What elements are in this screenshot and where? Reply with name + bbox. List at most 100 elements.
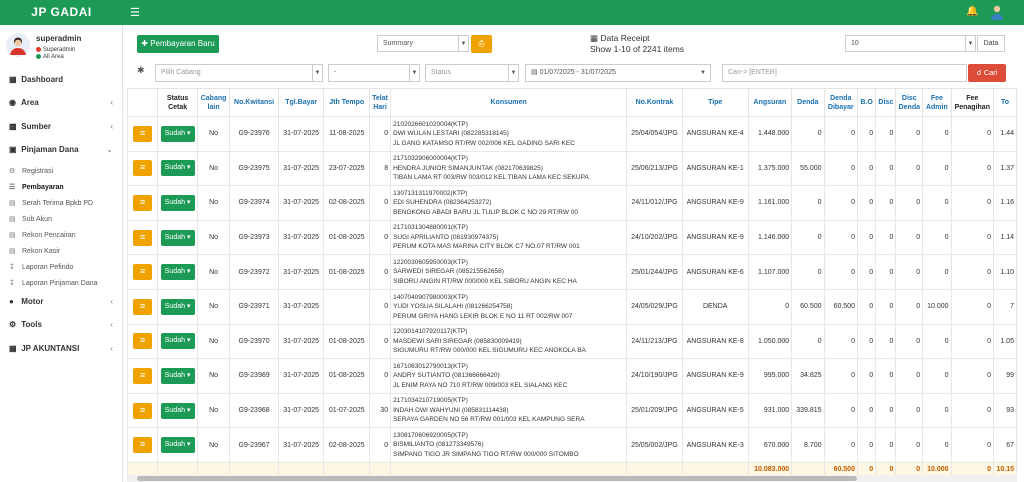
col-header-konsumen[interactable]: Konsumen [390, 88, 628, 117]
user-name: superadmin [36, 34, 82, 43]
col-header-bo[interactable]: B.O [856, 88, 877, 117]
print-button[interactable]: ⎙ [471, 35, 492, 53]
view-select[interactable]: Summary ▼ [377, 35, 469, 52]
status-dropdown-button[interactable]: Sudah ▾ [160, 160, 195, 177]
col-header-telat-hari[interactable]: Telat Hari [368, 88, 392, 117]
status-dropdown-button[interactable]: Sudah ▾ [160, 367, 195, 384]
col-header-cabang-lain[interactable]: Cabang lain [196, 88, 231, 117]
angsuran-cell: 1.050.000 [747, 323, 793, 360]
new-payment-button[interactable]: ✚ Pembayaran Baru [137, 35, 219, 53]
options-menu-button[interactable]: ≡ [133, 229, 153, 246]
konsumen-address: JL GANG KATAMSO RT/RW 002/006 KEL GADING… [393, 139, 575, 147]
options-menu-button[interactable]: ≡ [133, 194, 153, 211]
sidebar-sub-registrasi[interactable]: ⚙ Registrasi [0, 164, 123, 179]
tgl-bayar-cell: 31-07-2025 [277, 358, 325, 394]
konsumen-name: SARWEDI SIREGAR (085215562658) [393, 268, 504, 276]
denda-dibayar-cell: 0 [823, 150, 858, 187]
file-icon: ▤ [9, 248, 16, 255]
col-header-fee-admin[interactable]: Fee Admin [922, 88, 952, 117]
col-header-tgl-bayar[interactable]: Tgl.Bayar [277, 88, 325, 117]
sidebar-sub-laporan-pinjaman-dana[interactable]: ↧ Laporan Pinjaman Dana [0, 276, 123, 291]
col-header-tipe[interactable]: Tipe [681, 88, 749, 117]
col-header-total[interactable]: To [993, 88, 1017, 117]
options-menu-button[interactable]: ≡ [133, 160, 153, 177]
options-menu-button[interactable]: ≡ [133, 437, 153, 454]
horizontal-scrollbar[interactable] [127, 475, 1017, 482]
sidebar-sub-serah-terima[interactable]: ▤ Serah Terima Bpkb PD [0, 196, 123, 211]
date-range-picker[interactable]: ▤ 01/07/2025 - 31/07/2025 ▼ [525, 64, 711, 82]
angsuran-cell: 995.000 [747, 358, 793, 394]
options-menu-button[interactable]: ≡ [133, 333, 153, 350]
status-dropdown-button[interactable]: Sudah ▾ [160, 264, 195, 281]
page-size-select[interactable]: 10 ▼ [845, 35, 976, 52]
disc-denda-cell: 0 [895, 288, 924, 325]
col-header-no-kontrak[interactable]: No.Kontrak [626, 88, 683, 117]
user-avatar-icon[interactable] [989, 4, 1005, 20]
no-kontrak-cell: 24/11/012/JPG [626, 185, 683, 221]
sidebar-item-area[interactable]: ◉ Area ‹ [0, 93, 123, 113]
col-header-denda[interactable]: Denda [791, 88, 825, 117]
col-header-angsuran[interactable]: Angsuran [747, 88, 793, 117]
col-header-disc-denda[interactable]: Disc Denda [895, 88, 924, 117]
sidebar-sub-rekon-pencairan[interactable]: ▤ Rekon Pencairan [0, 228, 123, 243]
status-label: Sudah [164, 198, 185, 206]
sidebar-item-sumber[interactable]: ▩ Sumber ‹ [0, 117, 123, 137]
tgl-bayar-cell: 31-07-2025 [277, 185, 325, 221]
status-dropdown-button[interactable]: Sudah ▾ [160, 229, 195, 246]
sidebar-item-pinjaman-dana[interactable]: ▣ Pinjaman Dana ⌄ [0, 140, 123, 160]
options-menu-button[interactable]: ≡ [133, 298, 153, 315]
tipe-cell: ANGSURAN KE-3 [681, 427, 749, 463]
tipe-cell: ANGSURAN KE-1 [681, 150, 749, 187]
bo-cell: 0 [856, 185, 877, 221]
options-menu-button[interactable]: ≡ [133, 367, 153, 384]
sidebar-sub-sub-akun[interactable]: ▤ Sub Akun [0, 212, 123, 227]
search-input[interactable]: Cari-> [ENTER] [722, 64, 967, 82]
data-button[interactable]: Data [977, 35, 1005, 52]
chevron-down-icon: ▼ [458, 36, 468, 51]
col-header-disc[interactable]: Disc [875, 88, 897, 117]
col-header-denda-dibayar[interactable]: Denda Dibayar [823, 88, 858, 117]
jth-tempo-cell: 02-08-2025 [323, 185, 370, 221]
asterisk-icon: ✱ [137, 65, 145, 75]
no-kontrak-cell: 24/11/213/JPG [626, 323, 683, 360]
file-icon: ▤ [9, 216, 16, 223]
cabang-select[interactable]: Pilih Cabang ▼ [155, 64, 323, 82]
filter-select[interactable]: - ▼ [328, 64, 420, 82]
sidebar-sub-rekon-kasir[interactable]: ▤ Rekon Kasir [0, 244, 123, 259]
cabang-lain-cell: No [196, 116, 231, 152]
konsumen-address: PERUM GRIYA HANG LEKIR BLOK E NO 11 RT 0… [393, 312, 573, 320]
status-dropdown-button[interactable]: Sudah ▾ [160, 333, 195, 350]
sidebar-sub-pembayaran[interactable]: ☰ Pembayaran [0, 180, 123, 195]
options-menu-button[interactable]: ≡ [133, 402, 153, 419]
menu-toggle-icon[interactable]: ☰ [130, 6, 140, 19]
sidebar-sub-laporan-pefindo[interactable]: ↧ Laporan Pefindo [0, 260, 123, 275]
disc-denda-cell: 0 [895, 219, 924, 256]
bell-icon[interactable]: 🔔 [966, 6, 978, 17]
status-dropdown-button[interactable]: Sudah ▾ [160, 437, 195, 454]
sidebar-item-jp-akuntansi[interactable]: ▦ JP AKUNTANSI ‹ [0, 339, 123, 359]
konsumen-ktp: 1407040907980003(KTP) [393, 293, 468, 301]
app-title[interactable]: JP GADAI [0, 0, 123, 25]
disc-denda-cell: 0 [895, 185, 924, 221]
status-select[interactable]: Status ▼ [425, 64, 519, 82]
bo-cell: 0 [856, 392, 877, 429]
col-header-no-kwitansi[interactable]: No.Kwitansi [229, 88, 279, 117]
status-dropdown-button[interactable]: Sudah ▾ [160, 402, 195, 419]
total-cell: 1.16 [993, 185, 1017, 221]
scrollbar-thumb[interactable] [137, 476, 857, 481]
telat-hari-cell: 0 [368, 323, 392, 360]
sidebar-item-motor[interactable]: ● Motor ‹ [0, 292, 123, 312]
no-kontrak-cell: 24/10/202/JPG [626, 219, 683, 256]
sidebar-item-dashboard[interactable]: ▦ Dashboard [0, 70, 123, 90]
tgl-bayar-cell: 31-07-2025 [277, 323, 325, 360]
col-header-jth-tempo[interactable]: Jth Tempo [323, 88, 370, 117]
kwitansi-cell: G9-23976 [229, 116, 279, 152]
status-dropdown-button[interactable]: Sudah ▾ [160, 194, 195, 211]
sidebar-item-tools[interactable]: ⚙ Tools ‹ [0, 315, 123, 335]
status-dropdown-button[interactable]: Sudah ▾ [160, 125, 195, 142]
options-menu-button[interactable]: ≡ [133, 125, 153, 142]
status-dropdown-button[interactable]: Sudah ▾ [160, 298, 195, 315]
options-menu-button[interactable]: ≡ [133, 264, 153, 281]
search-button[interactable]: ☌ Cari [968, 64, 1006, 82]
disc-denda-cell: 0 [895, 254, 924, 290]
